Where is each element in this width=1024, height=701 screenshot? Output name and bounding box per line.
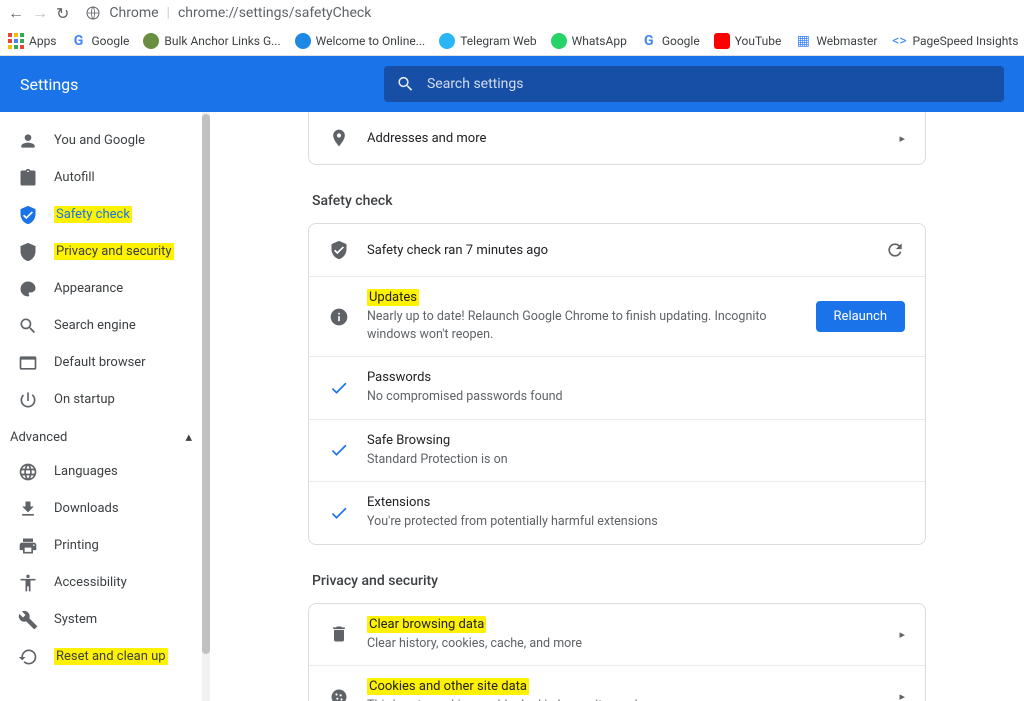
wrench-icon (18, 610, 38, 630)
whatsapp-icon (551, 33, 567, 49)
bookmark-youtube[interactable]: YouTube (714, 33, 782, 49)
power-icon (18, 390, 38, 410)
safety-check-card: Safety check ran 7 minutes ago UpdatesNe… (308, 223, 926, 545)
bookmark-telegram[interactable]: Telegram Web (439, 33, 536, 49)
search-input[interactable] (427, 76, 992, 92)
sidebar-item-accessibility[interactable]: Accessibility (0, 564, 210, 601)
row-safe-browsing: Safe BrowsingStandard Protection is on (309, 419, 925, 482)
sidebar-item-search[interactable]: Search engine (0, 307, 210, 344)
shield-check-icon (18, 205, 38, 225)
check-icon (329, 440, 349, 460)
google-icon: G (641, 33, 657, 49)
chevron-up-icon: ▴ (185, 430, 192, 445)
row-addresses[interactable]: Addresses and more ▸ (309, 112, 925, 164)
bookmark-google2[interactable]: GGoogle (641, 33, 700, 49)
sidebar-item-languages[interactable]: Languages (0, 453, 210, 490)
privacy-card: Clear browsing dataClear history, cookie… (308, 603, 926, 701)
chevron-right-icon: ▸ (899, 690, 905, 701)
favicon-icon: ▦ (795, 33, 811, 49)
refresh-icon[interactable] (885, 240, 905, 260)
globe-icon (85, 5, 101, 21)
reload-icon[interactable]: ↻ (56, 4, 69, 23)
sidebar-item-printing[interactable]: Printing (0, 527, 210, 564)
favicon-icon: <> (891, 33, 907, 49)
bookmark-apps[interactable]: Apps (8, 33, 57, 49)
shield-check-icon (329, 240, 349, 260)
sidebar-item-reset[interactable]: Reset and clean up (0, 638, 210, 675)
row-clear-data[interactable]: Clear browsing dataClear history, cookie… (309, 604, 925, 666)
relaunch-button[interactable]: Relaunch (816, 301, 905, 332)
url-path: chrome://settings/safetyCheck (178, 5, 371, 21)
sidebar-item-appearance[interactable]: Appearance (0, 270, 210, 307)
sidebar-item-system[interactable]: System (0, 601, 210, 638)
content-area: Addresses and more ▸ Safety check Safety… (210, 112, 1024, 701)
restore-icon (18, 647, 38, 667)
sidebar-item-default[interactable]: Default browser (0, 344, 210, 381)
globe-icon (18, 462, 38, 482)
settings-header: Settings (0, 56, 1024, 112)
row-extensions: ExtensionsYou're protected from potentia… (309, 481, 925, 544)
favicon-icon (295, 33, 311, 49)
search-icon (396, 74, 415, 94)
sidebar-item-you[interactable]: You and Google (0, 122, 210, 159)
person-icon (18, 131, 38, 151)
clipboard-icon (18, 168, 38, 188)
cookie-icon (329, 687, 349, 701)
search-box[interactable] (384, 66, 1004, 102)
favicon-icon (143, 33, 159, 49)
info-icon (329, 307, 349, 327)
bookmarks-bar: Apps GGoogle Bulk Anchor Links G... Welc… (0, 26, 1024, 56)
pin-icon (329, 128, 349, 148)
apps-icon (8, 33, 24, 49)
browser-icon (18, 353, 38, 373)
row-updates: UpdatesNearly up to date! Relaunch Googl… (309, 276, 925, 356)
sidebar: You and Google Autofill Safety check Pri… (0, 112, 210, 701)
check-icon (329, 378, 349, 398)
bookmark-webmaster[interactable]: ▦Webmaster (795, 33, 877, 49)
youtube-icon (714, 33, 730, 49)
accessibility-icon (18, 573, 38, 593)
search-icon (18, 316, 38, 336)
bookmark-welcome[interactable]: Welcome to Online... (295, 33, 426, 49)
section-safety-check: Safety check (312, 193, 926, 209)
sidebar-item-autofill[interactable]: Autofill (0, 159, 210, 196)
scrollbar-thumb[interactable] (202, 114, 210, 654)
trash-icon (329, 624, 349, 644)
bookmark-pagespeed[interactable]: <>PageSpeed Insights (891, 33, 1018, 49)
google-icon: G (71, 33, 87, 49)
chevron-right-icon: ▸ (899, 132, 905, 145)
row-safety-status: Safety check ran 7 minutes ago (309, 224, 925, 276)
print-icon (18, 536, 38, 556)
chevron-right-icon: ▸ (899, 628, 905, 641)
section-privacy: Privacy and security (312, 573, 926, 589)
download-icon (18, 499, 38, 519)
back-icon[interactable]: ← (8, 3, 24, 23)
check-icon (329, 503, 349, 523)
page-title: Settings (0, 75, 384, 94)
row-passwords: PasswordsNo compromised passwords found (309, 356, 925, 419)
bookmark-bulk[interactable]: Bulk Anchor Links G... (143, 33, 280, 49)
bookmark-whatsapp[interactable]: WhatsApp (551, 33, 627, 49)
telegram-icon (439, 33, 455, 49)
sidebar-item-safety[interactable]: Safety check (0, 196, 210, 233)
forward-icon[interactable]: → (32, 3, 48, 23)
sidebar-advanced-toggle[interactable]: Advanced▴ (0, 418, 210, 453)
palette-icon (18, 279, 38, 299)
omnibox[interactable]: Chrome | chrome://settings/safetyCheck (85, 5, 371, 21)
shield-icon (18, 242, 38, 262)
sidebar-item-downloads[interactable]: Downloads (0, 490, 210, 527)
row-cookies[interactable]: Cookies and other site dataThird-party c… (309, 665, 925, 701)
url-prefix: Chrome (109, 5, 158, 21)
browser-toolbar: ← → ↻ Chrome | chrome://settings/safetyC… (0, 0, 1024, 26)
bookmark-google[interactable]: GGoogle (71, 33, 130, 49)
sidebar-item-startup[interactable]: On startup (0, 381, 210, 418)
sidebar-item-privacy[interactable]: Privacy and security (0, 233, 210, 270)
